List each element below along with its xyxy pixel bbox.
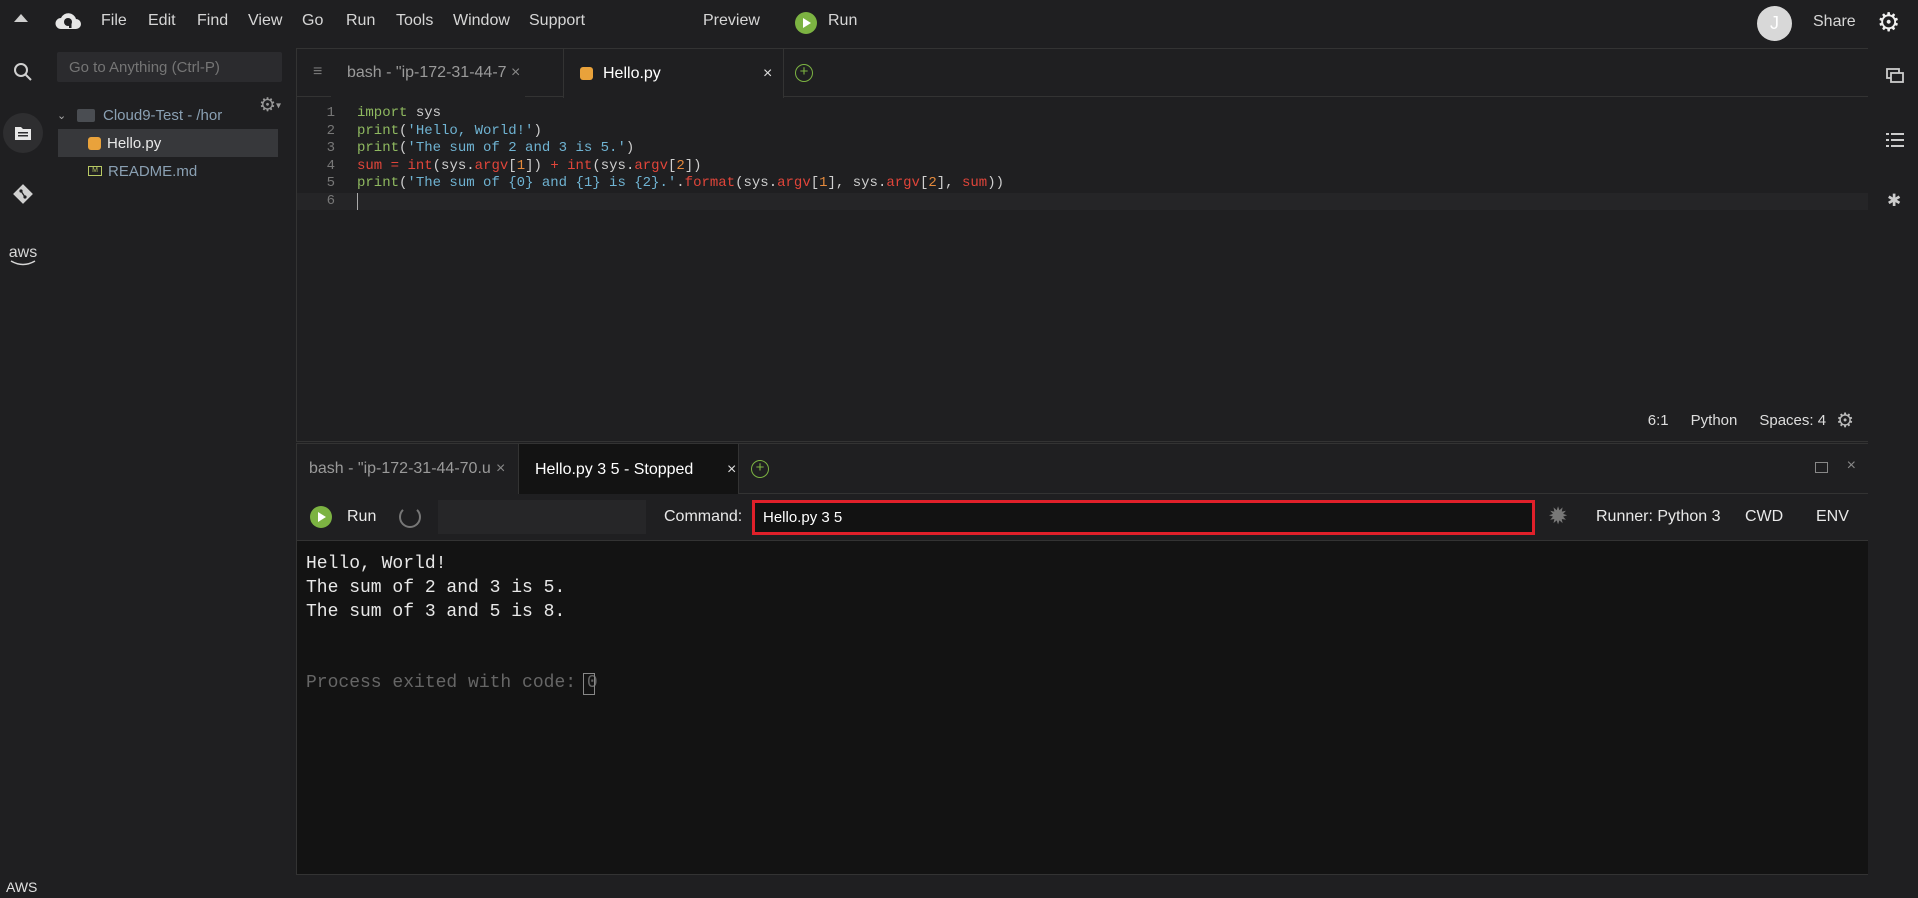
tab-hello-py[interactable]: Hello.py ×: [563, 49, 784, 98]
collapse-up-icon[interactable]: [14, 14, 28, 22]
menu-tools[interactable]: Tools: [396, 12, 433, 30]
environment-files-icon[interactable]: [3, 113, 43, 153]
output-line: The sum of 3 and 5 is 8.: [306, 602, 566, 622]
console-tab-strip: bash - "ip-172-31-44-70.u × Hello.py 3 5…: [297, 444, 1870, 495]
editor-status-bar: 6:1 Python Spaces: 4 ⚙: [1648, 408, 1854, 433]
search-icon[interactable]: [8, 57, 38, 87]
code-line: 1 import sys: [326, 105, 442, 121]
tree-root-label: Cloud9-Test - /hor: [103, 106, 223, 124]
menu-view[interactable]: View: [248, 12, 282, 30]
markdown-icon: M: [88, 166, 102, 176]
menu-bar: File Edit Find View Go Run Tools Window …: [0, 0, 1918, 45]
output-line: Hello, World!: [306, 554, 447, 574]
editor-panel: ≡ bash - "ip-172-31-44-70.u × Hello.py ×…: [296, 48, 1871, 442]
menu-edit[interactable]: Edit: [148, 12, 176, 30]
python-icon: [580, 67, 593, 80]
close-icon[interactable]: ×: [763, 65, 772, 83]
settings-gear-icon[interactable]: ⚙: [1877, 9, 1900, 35]
menu-go[interactable]: Go: [302, 12, 323, 30]
source-control-icon[interactable]: [8, 179, 38, 209]
code-line: 5 print('The sum of {0} and {1} is {2}.'.…: [326, 175, 1005, 191]
close-icon[interactable]: ×: [496, 460, 505, 478]
cloud9-logo-icon[interactable]: [54, 10, 82, 37]
add-tab-icon[interactable]: +: [795, 64, 813, 82]
code-area[interactable]: 1 import sys 2 print('Hello, World!') 3 pri…: [297, 105, 1870, 210]
aws-icon[interactable]: aws: [8, 241, 38, 271]
tree-file-label: README.md: [108, 162, 198, 180]
output-line: The sum of 2 and 3 is 5.: [306, 578, 566, 598]
avatar[interactable]: J: [1757, 6, 1792, 41]
menu-window[interactable]: Window: [453, 12, 510, 30]
hamburger-menu-icon[interactable]: ≡: [313, 63, 322, 81]
go-to-anything-input[interactable]: [57, 52, 282, 82]
editor-settings-gear-icon[interactable]: ⚙: [1836, 408, 1854, 433]
code-line: 2 print('Hello, World!'): [326, 122, 542, 139]
code-line: 3 print('The sum of 2 and 3 is 5.'): [326, 140, 635, 156]
run-button[interactable]: Run: [347, 508, 376, 526]
outline-list-icon[interactable]: [1886, 132, 1904, 153]
debugger-icon[interactable]: ✱: [1887, 191, 1901, 211]
tab-label: Hello.py: [603, 64, 661, 82]
terminal-cursor: [583, 673, 595, 695]
add-tab-icon[interactable]: +: [751, 460, 769, 478]
menu-support[interactable]: Support: [529, 12, 585, 30]
env-button[interactable]: ENV: [1816, 508, 1849, 526]
tab-hello-py-run[interactable]: Hello.py 3 5 - Stopped ×: [518, 444, 739, 495]
maximize-icon[interactable]: [1815, 462, 1828, 473]
language-mode[interactable]: Python: [1691, 412, 1738, 429]
run-play-icon[interactable]: [310, 506, 332, 528]
tab-label: bash - "ip-172-31-44-70.u: [347, 64, 507, 81]
exit-message: Process exited with code: 0: [306, 673, 598, 693]
tab-label: bash - "ip-172-31-44-70.u: [309, 460, 491, 477]
menu-run[interactable]: Run: [346, 12, 375, 30]
folder-icon: [77, 108, 95, 122]
run-toolbar: Run Command: ✹ Runner: Python 3 CWD ENV: [297, 494, 1870, 541]
menu-file[interactable]: File: [101, 12, 127, 30]
code-line: 4 sum = int(sys.argv[1]) + int(sys.argv[2…: [326, 157, 702, 174]
editor-tab-strip: ≡ bash - "ip-172-31-44-70.u × Hello.py ×…: [297, 49, 1870, 98]
tree-file-readme[interactable]: M README.md: [58, 157, 197, 185]
run-play-icon[interactable]: [795, 12, 817, 34]
collaborate-chat-icon[interactable]: [1886, 68, 1904, 89]
command-label: Command:: [664, 508, 743, 525]
chevron-down-icon: ⌄: [57, 109, 67, 122]
command-input[interactable]: [752, 500, 1535, 535]
runner-selector[interactable]: Runner: Python 3: [1596, 508, 1721, 526]
preview-button[interactable]: Preview: [703, 12, 760, 30]
code-line-current: 6: [297, 192, 1870, 210]
left-icon-bar: aws AWS: [0, 45, 47, 898]
menu-find[interactable]: Find: [197, 12, 228, 30]
tree-root-folder[interactable]: ⌄ Cloud9-Test - /hor: [57, 101, 222, 129]
tree-file-label: Hello.py: [107, 134, 162, 152]
console-panel: bash - "ip-172-31-44-70.u × Hello.py 3 5…: [296, 443, 1871, 875]
file-tree-panel: ⚙▾ ⌄ Cloud9-Test - /hor Hello.py M READM…: [47, 45, 295, 898]
tab-label: Hello.py 3 5 - Stopped: [535, 460, 694, 478]
close-icon[interactable]: ×: [511, 64, 520, 82]
cursor-position[interactable]: 6:1: [1648, 412, 1669, 429]
aws-label: aws: [8, 244, 38, 261]
tab-bash[interactable]: bash - "ip-172-31-44-70.u ×: [331, 49, 525, 97]
tree-settings-gear-icon[interactable]: ⚙▾: [259, 94, 281, 117]
indent-setting[interactable]: Spaces: 4: [1759, 412, 1826, 429]
restart-icon[interactable]: [399, 506, 421, 528]
share-button[interactable]: Share: [1813, 13, 1856, 31]
run-configuration-name-field[interactable]: [438, 500, 646, 534]
cwd-button[interactable]: CWD: [1745, 508, 1783, 526]
tree-file-hello-py[interactable]: Hello.py: [58, 129, 278, 157]
close-panel-icon[interactable]: ×: [1847, 457, 1856, 475]
tab-bash[interactable]: bash - "ip-172-31-44-70.u ×: [297, 444, 518, 494]
aws-footer-label: AWS: [6, 879, 38, 895]
run-button[interactable]: Run: [828, 12, 857, 30]
python-icon: [88, 136, 101, 150]
close-icon[interactable]: ×: [727, 461, 736, 479]
debugger-bug-icon[interactable]: ✹: [1548, 502, 1568, 531]
right-icon-bar: ✱: [1868, 45, 1918, 898]
